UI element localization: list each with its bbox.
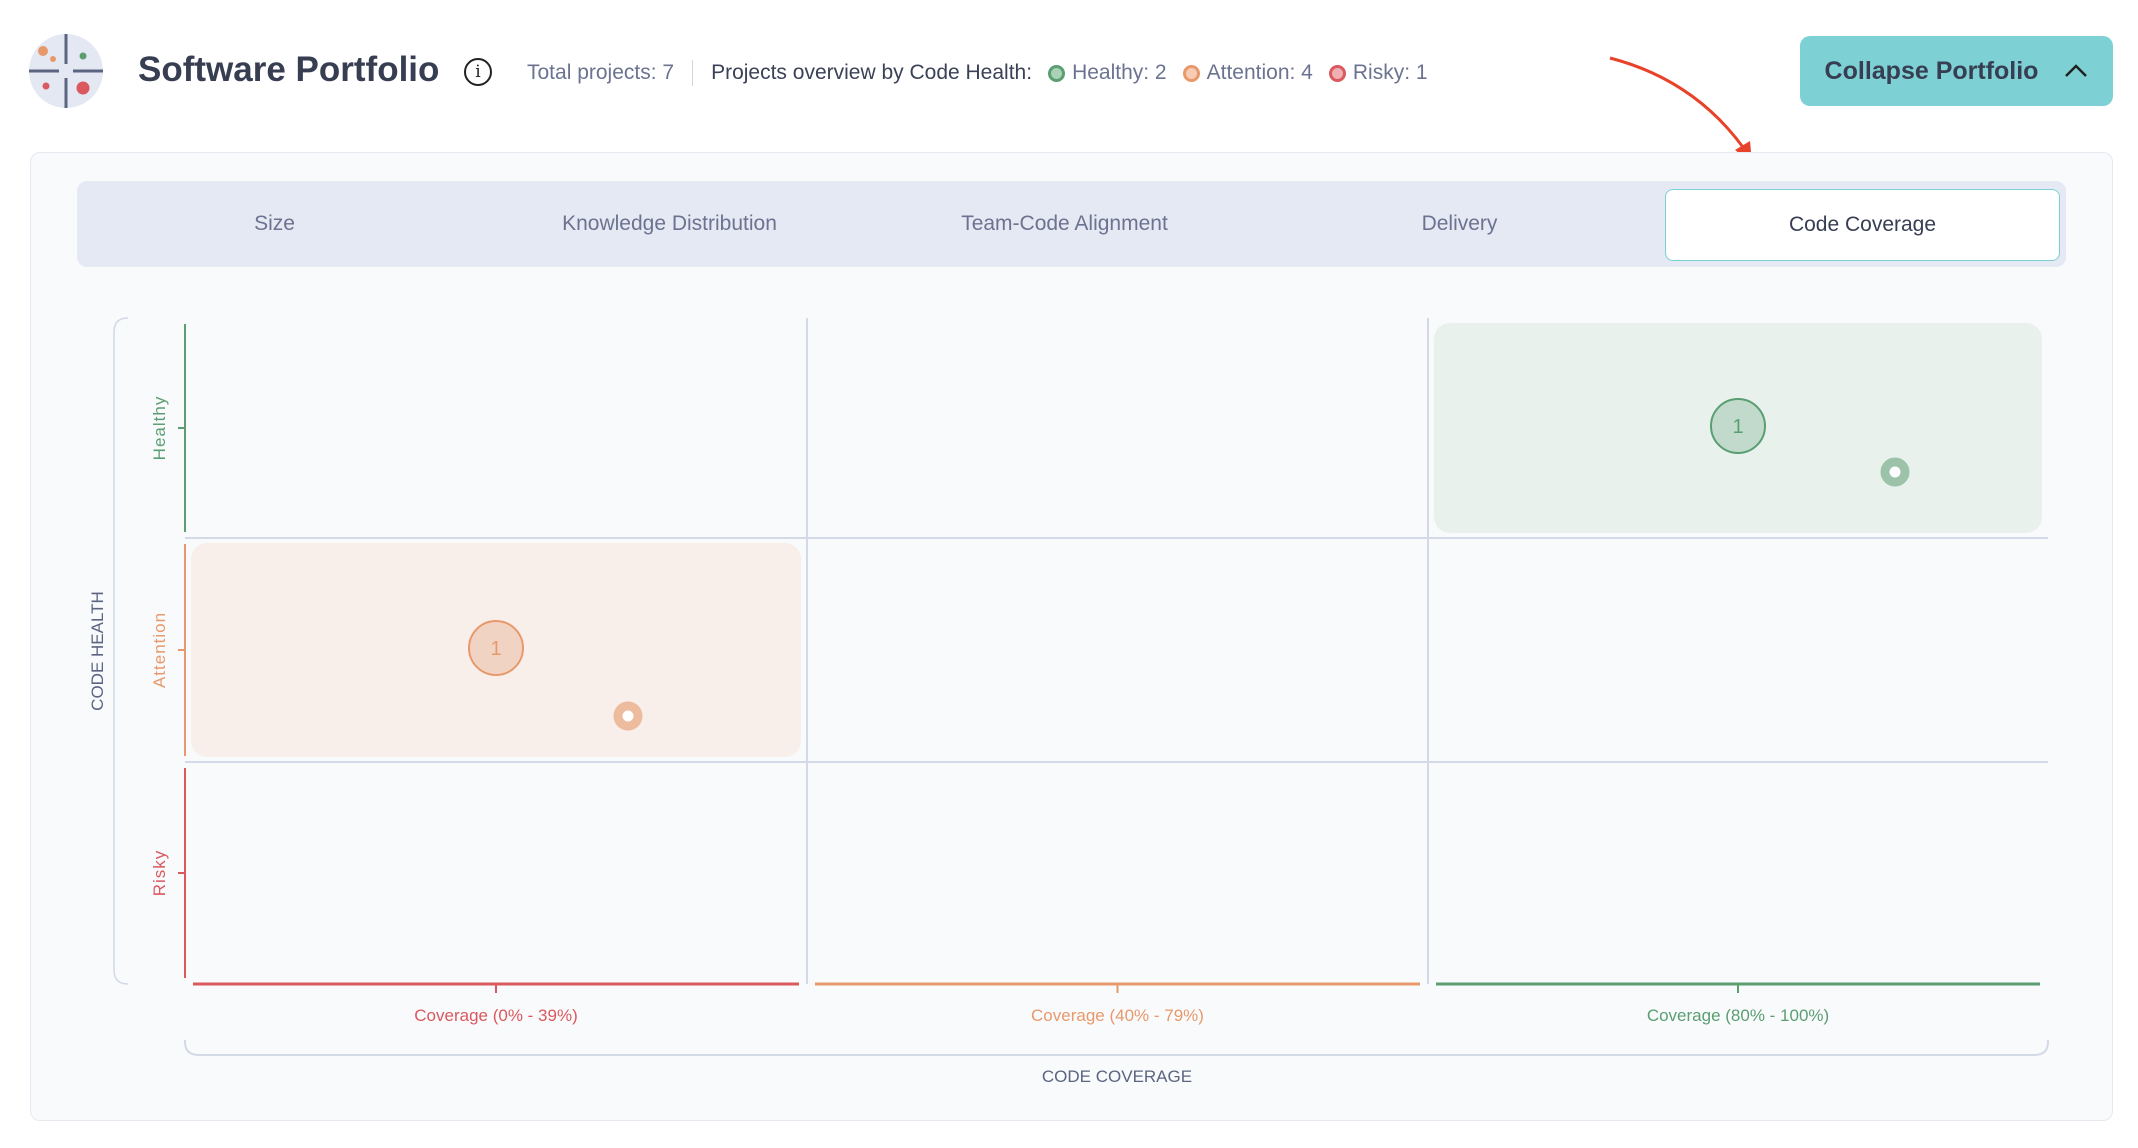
code-coverage-matrix: Healthy Attention Risky Coverage (0% - 39%)… bbox=[88, 317, 2049, 1086]
y-tick-label-attention: Attention bbox=[150, 612, 169, 688]
project-dot bbox=[613, 701, 643, 731]
y-axis-title: CODE HEALTH bbox=[88, 591, 107, 711]
x-axis-bracket bbox=[184, 1040, 2049, 1056]
cluster-count: 1 bbox=[490, 638, 501, 660]
cluster-count: 1 bbox=[1732, 416, 1743, 438]
x-tick-label: Coverage (0% - 39%) bbox=[414, 1006, 577, 1025]
x-axis-title: CODE COVERAGE bbox=[1042, 1067, 1192, 1086]
y-tick-label-risky: Risky bbox=[150, 850, 169, 897]
x-tick-label: Coverage (80% - 100%) bbox=[1647, 1006, 1829, 1025]
y-axis-bracket bbox=[113, 317, 129, 985]
project-dot bbox=[1880, 457, 1910, 487]
x-tick-label: Coverage (40% - 79%) bbox=[1031, 1006, 1204, 1025]
y-tick-label-healthy: Healthy bbox=[150, 396, 169, 461]
